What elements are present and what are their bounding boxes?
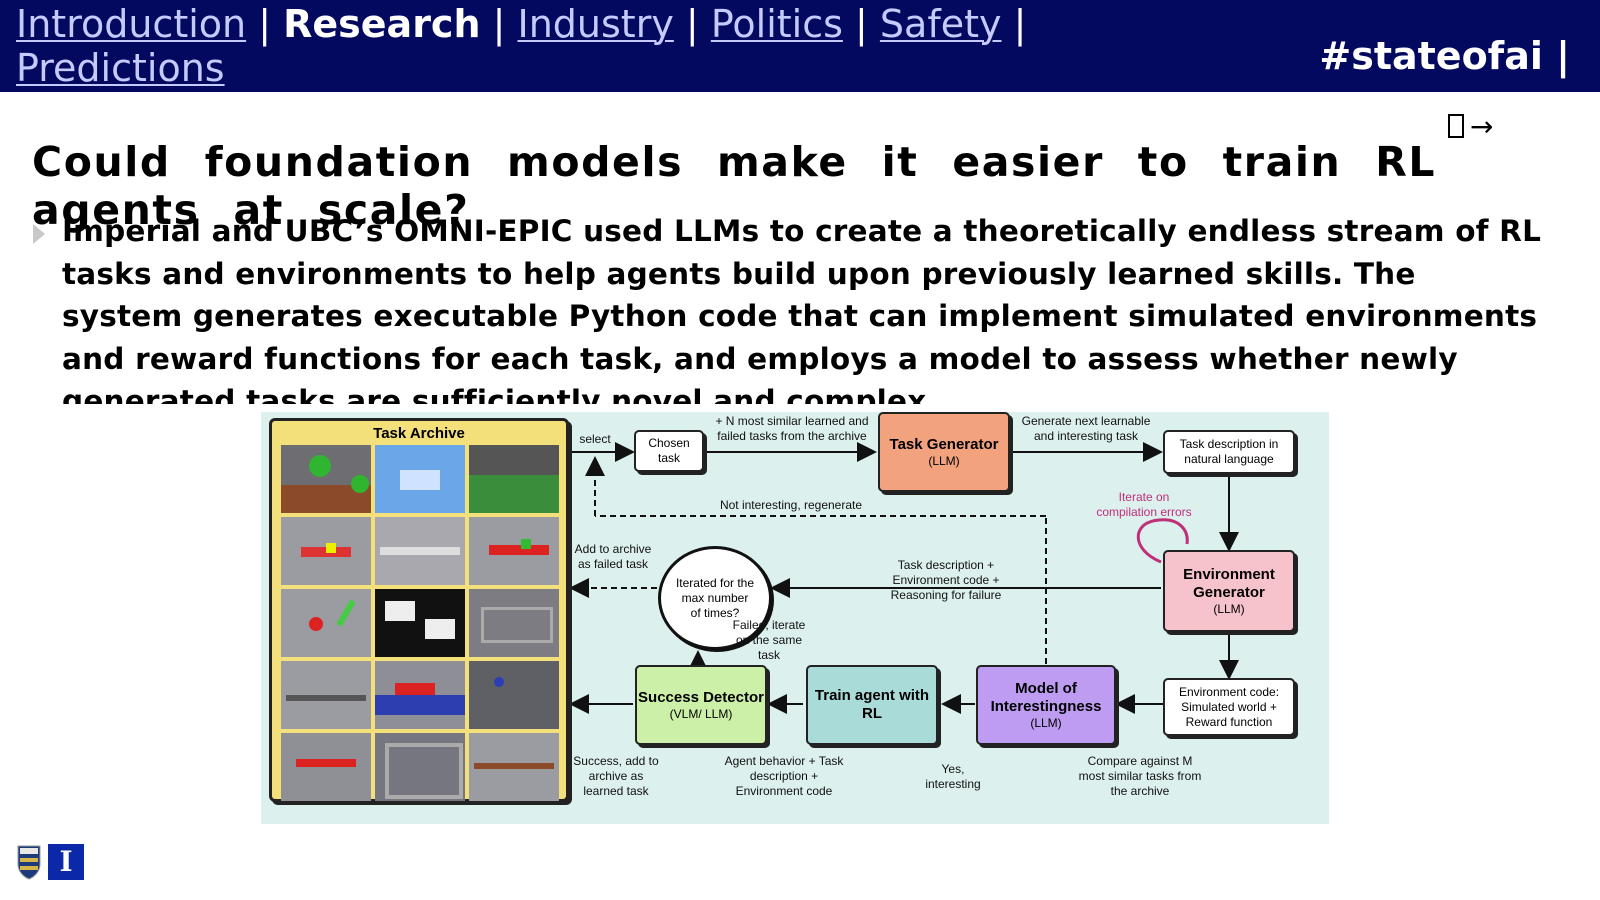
- top-navigation-bar: Introduction | Research | Industry | Pol…: [0, 0, 1600, 92]
- success-detector-node: Success Detector (VLM/ LLM): [635, 665, 767, 745]
- train-agent-name: Train agent with RL: [814, 687, 930, 722]
- task-thumbnail: [281, 661, 371, 729]
- nav-link-introduction[interactable]: Introduction: [16, 2, 246, 46]
- nav-link-predictions[interactable]: Predictions: [16, 46, 225, 90]
- imperial-logo: I: [48, 844, 84, 880]
- task-thumbnail: [375, 661, 465, 729]
- label-task-desc-env: Task description + Environment code + Re…: [890, 558, 1002, 602]
- nav-current-research: Research: [283, 2, 481, 46]
- task-generator-name: Task Generator: [889, 435, 999, 453]
- task-thumbnail: [375, 445, 465, 513]
- task-thumbnail: [281, 445, 371, 513]
- model-of-interestingness-node: Model of Interestingness (LLM): [976, 665, 1116, 745]
- label-success-add: Success, add to archive as learned task: [573, 754, 659, 798]
- label-agent-behavior: Agent behavior + Task description + Envi…: [724, 754, 844, 798]
- interestingness-name: Model of Interestingness: [990, 679, 1102, 715]
- task-thumbnail: [469, 589, 559, 657]
- nav-separator: |: [855, 2, 868, 46]
- nav-separator: |: [492, 2, 506, 46]
- task-thumbnail: [469, 733, 559, 801]
- task-thumbnail: [375, 733, 465, 801]
- task-thumbnail: [469, 445, 559, 513]
- label-iterate-compilation: Iterate on compilation errors: [1096, 490, 1192, 519]
- label-not-interesting: Not interesting, regenerate: [719, 498, 863, 512]
- task-generator-sub: (LLM): [928, 453, 960, 468]
- hashtag-stateofai: #stateofai |: [1319, 34, 1570, 78]
- missing-glyph-icon: [1448, 114, 1464, 138]
- task-thumbnail: [469, 517, 559, 585]
- chosen-task-label: Chosen task: [648, 436, 690, 465]
- task-thumbnail: [375, 517, 465, 585]
- task-generator-node: Task Generator (LLM): [878, 412, 1010, 492]
- section-nav: Introduction | Research | Industry | Pol…: [16, 2, 1076, 90]
- task-thumbnail: [281, 733, 371, 801]
- ubc-crest-logo: [17, 845, 41, 880]
- omni-epic-diagram: Task Archive Chosen task Task Generator …: [261, 412, 1329, 824]
- nav-link-safety[interactable]: Safety: [880, 2, 1002, 46]
- label-failed-iterate: Failed, iterate on the same task: [732, 618, 806, 662]
- chosen-task-node: Chosen task: [634, 430, 704, 472]
- task-archive-title: Task Archive: [373, 425, 465, 442]
- nav-separator: |: [258, 2, 272, 46]
- bullet-triangle-icon: [33, 224, 45, 244]
- nav-separator: |: [1013, 2, 1027, 46]
- task-description-node: Task description in natural language: [1163, 430, 1295, 474]
- label-select: select: [579, 432, 611, 446]
- environment-code-label: Environment code: Simulated world + Rewa…: [1178, 684, 1280, 729]
- task-thumbnail: [281, 517, 371, 585]
- label-compare: Compare against M most similar tasks fro…: [1078, 754, 1202, 798]
- environment-generator-node: Environment Generator (LLM): [1163, 550, 1295, 632]
- task-thumbnail: [375, 589, 465, 657]
- train-agent-node: Train agent with RL: [806, 665, 938, 745]
- interestingness-sub: (LLM): [1030, 715, 1062, 730]
- label-add-failed: Add to archive as failed task: [574, 542, 652, 571]
- nav-separator: |: [685, 2, 699, 46]
- success-detector-name: Success Detector: [638, 688, 764, 706]
- environment-generator-sub: (LLM): [1213, 601, 1245, 616]
- task-thumbnail: [469, 661, 559, 729]
- nav-link-industry[interactable]: Industry: [518, 2, 674, 46]
- label-generate-next: Generate next learnable and interesting …: [1021, 414, 1151, 443]
- iterated-label: Iterated for the max number of times?: [675, 575, 755, 620]
- bullet-text: Imperial and UBC’s OMNI-EPIC used LLMs t…: [62, 214, 1542, 404]
- task-description-label: Task description in natural language: [1179, 437, 1279, 466]
- task-archive: Task Archive: [269, 418, 569, 802]
- nav-link-politics[interactable]: Politics: [711, 2, 843, 46]
- environment-generator-name: Environment Generator: [1183, 565, 1275, 601]
- success-detector-sub: (VLM/ LLM): [669, 706, 733, 721]
- environment-code-node: Environment code: Simulated world + Rewa…: [1163, 678, 1295, 736]
- label-yes-interesting: Yes, interesting: [925, 762, 981, 791]
- task-thumbnail: [281, 589, 371, 657]
- label-similar-tasks: + N most similar learned and failed task…: [715, 414, 869, 443]
